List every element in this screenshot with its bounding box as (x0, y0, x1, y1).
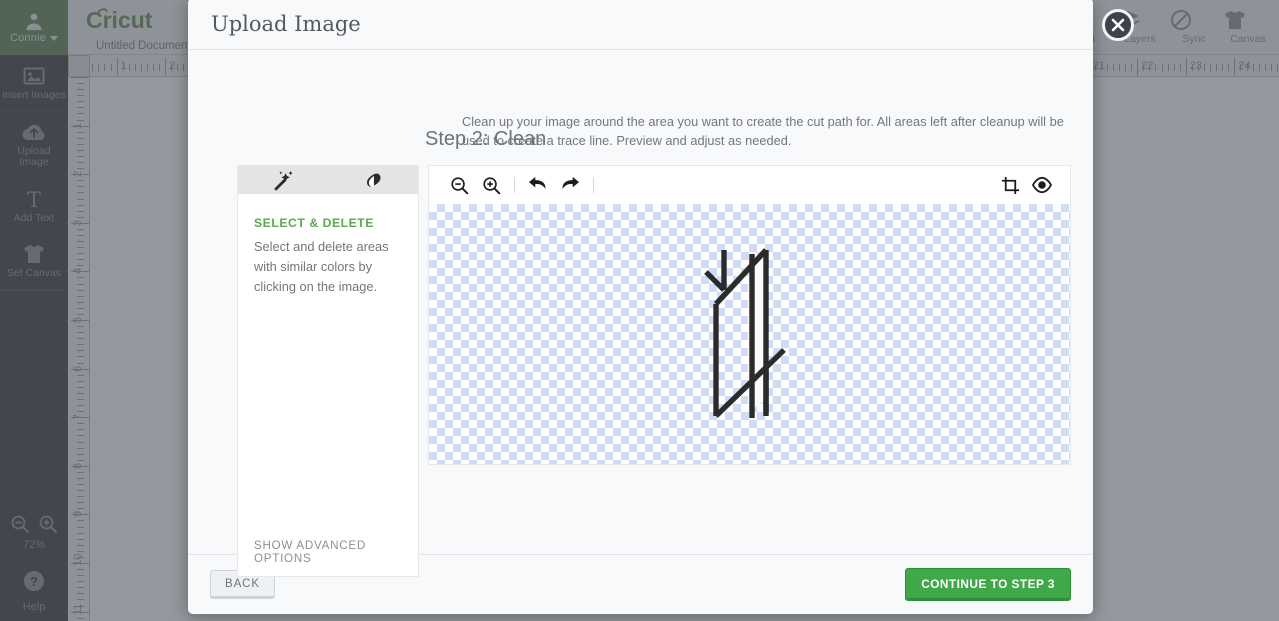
uploaded-artwork[interactable] (703, 246, 796, 422)
preview-toolbar (429, 166, 1070, 204)
tool-heading: SELECT & DELETE (254, 216, 374, 230)
step-description: Clean up your image around the area you … (462, 114, 1064, 148)
redo-icon (562, 176, 579, 189)
magic-wand-icon (274, 170, 293, 191)
crop-icon (1001, 176, 1019, 194)
dialog-title: Upload Image (211, 11, 361, 36)
tab-eraser[interactable] (328, 165, 418, 194)
dialog-header: Upload Image (188, 0, 1093, 50)
crop-button[interactable] (994, 176, 1026, 195)
tab-magic-wand[interactable] (238, 165, 328, 201)
close-icon (1111, 18, 1125, 32)
undo-button[interactable] (522, 176, 554, 194)
eraser-icon (367, 173, 381, 187)
close-dialog-button[interactable] (1102, 9, 1134, 41)
tool-panel: SELECT & DELETE Select and delete areas … (237, 165, 419, 577)
undo-icon (529, 176, 546, 189)
dialog-body: Step 2: Clean Clean up your image around… (188, 50, 1093, 577)
transparent-canvas[interactable] (429, 204, 1070, 464)
eye-icon (1031, 176, 1053, 194)
preview-zoom-in-button[interactable] (475, 176, 507, 195)
continue-to-step-3-button[interactable]: CONTINUE TO STEP 3 (905, 568, 1071, 601)
toolbar-divider (514, 177, 515, 193)
upload-image-dialog: Upload Image Step 2: Clean Clean up your… (188, 0, 1093, 614)
tool-description: Select and delete areas with similar col… (254, 239, 389, 294)
preview-toggle-button[interactable] (1026, 176, 1058, 195)
redo-button[interactable] (554, 176, 586, 194)
toolbar-divider (593, 177, 594, 193)
image-preview-panel (428, 165, 1071, 465)
zoom-out-icon (450, 176, 468, 194)
show-advanced-options-link[interactable]: SHOW ADVANCED OPTIONS (254, 539, 418, 565)
tool-tabs (238, 165, 418, 201)
preview-zoom-out-button[interactable] (443, 176, 475, 195)
zoom-in-icon (482, 176, 500, 194)
